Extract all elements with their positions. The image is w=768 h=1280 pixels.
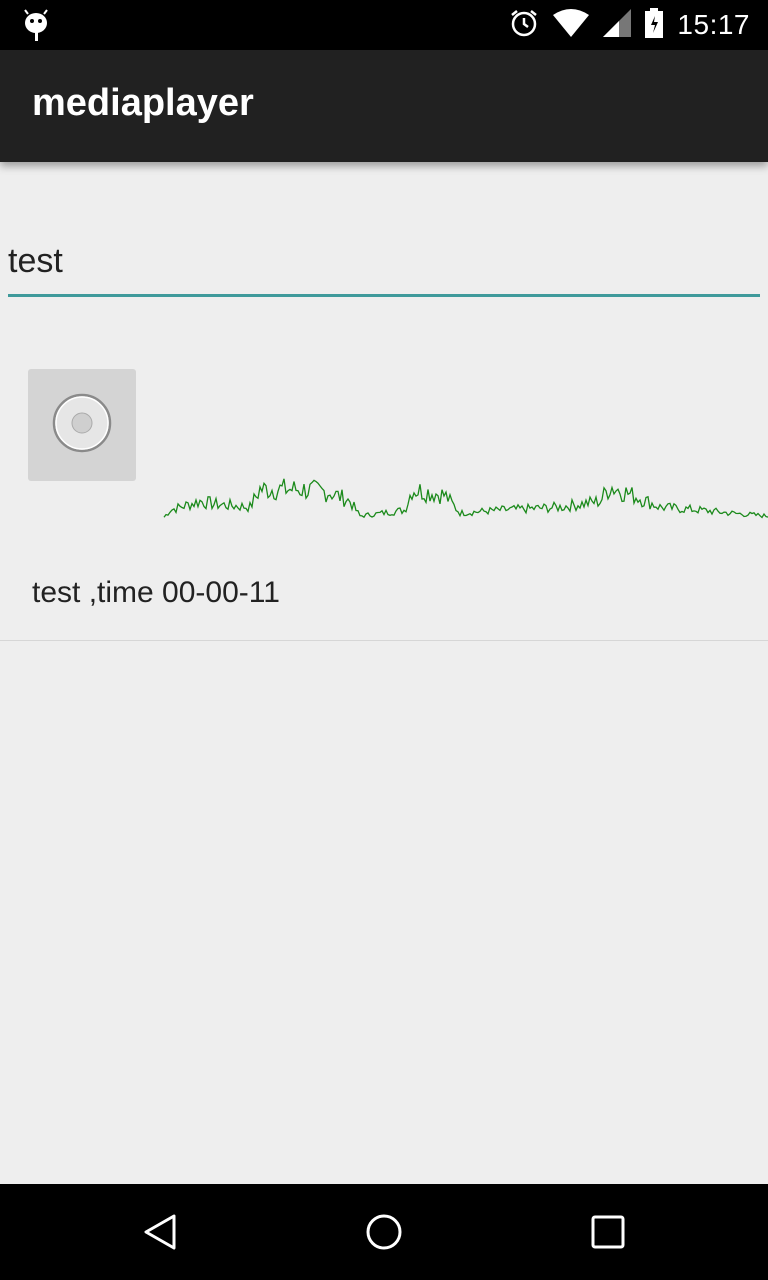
back-icon [140,1212,180,1256]
battery-icon [645,8,664,42]
nav-bar [0,1184,768,1280]
recording-label: test ,time 00-00-11 [32,576,280,609]
status-bar: 15:17 [0,0,768,50]
recents-icon [588,1212,628,1256]
wifi-icon [553,9,590,41]
alarm-icon [509,8,539,42]
status-time: 15:17 [677,9,750,40]
list-item[interactable]: test ,time 00-00-11 [0,340,768,641]
signal-icon [603,9,632,41]
app-bar: mediaplayer [0,50,768,162]
play-icon [51,392,113,458]
recents-button[interactable] [580,1206,636,1262]
android-debug-icon [22,8,50,46]
home-icon [364,1212,404,1256]
back-button[interactable] [132,1206,188,1262]
waveform-line [163,478,768,519]
home-button[interactable] [356,1206,412,1262]
play-button[interactable] [28,369,136,481]
waveform [163,478,768,519]
app-title: mediaplayer [32,82,254,124]
search-input[interactable] [8,228,760,297]
